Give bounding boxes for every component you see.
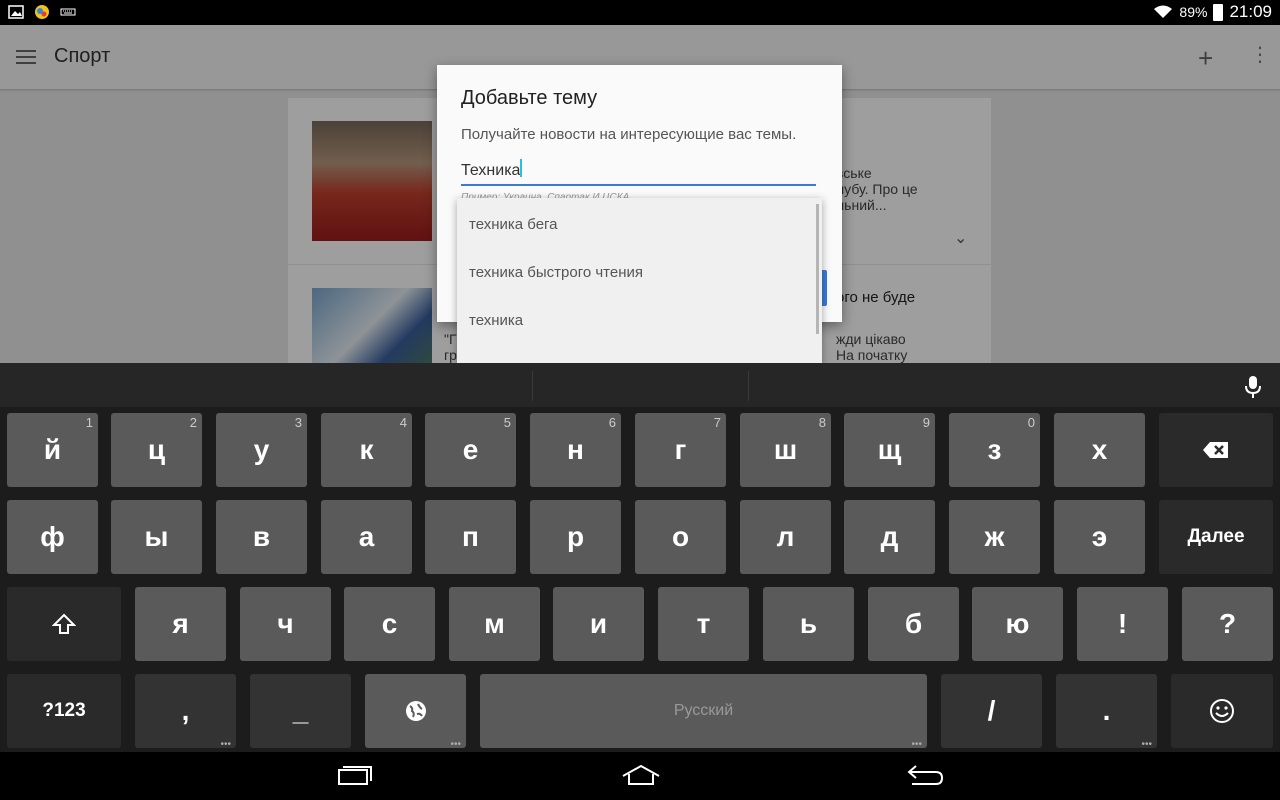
topic-input[interactable] — [461, 158, 816, 186]
emoji-icon — [1210, 699, 1234, 723]
key[interactable]: ? — [1182, 587, 1273, 661]
key[interactable]: е5 — [425, 413, 516, 487]
space-key[interactable]: Русский ••• — [480, 674, 927, 750]
symbols-key[interactable]: ?123 — [7, 674, 121, 748]
period-key[interactable]: . ••• — [1056, 674, 1157, 750]
key[interactable]: и — [553, 587, 644, 661]
dialog-subtitle: Получайте новости на интересующие вас те… — [461, 126, 797, 143]
back-icon[interactable] — [906, 764, 944, 786]
suggestion-item[interactable]: техника бега — [469, 216, 558, 233]
backspace-icon — [1203, 442, 1228, 458]
navigation-bar — [0, 752, 1280, 800]
shift-key[interactable] — [7, 587, 121, 661]
key[interactable]: т — [658, 587, 749, 661]
key[interactable]: й1 — [7, 413, 98, 487]
key[interactable]: м — [449, 587, 540, 661]
shift-icon — [52, 613, 76, 634]
key[interactable]: я — [135, 587, 226, 661]
clock: 21:09 — [1229, 2, 1272, 21]
status-bar: 89% 21:09 — [0, 0, 1280, 25]
game-icon — [35, 5, 49, 19]
mic-icon[interactable] — [1244, 375, 1262, 399]
key[interactable]: ! — [1077, 587, 1168, 661]
key[interactable]: ь — [763, 587, 854, 661]
key[interactable]: х — [1054, 413, 1145, 487]
suggestion-item[interactable]: техника — [469, 312, 523, 329]
key[interactable]: ж — [949, 500, 1040, 574]
home-icon[interactable] — [621, 764, 661, 786]
key[interactable]: д — [844, 500, 935, 574]
suggestions-dropdown: техника бега техника быстрого чтения тех… — [457, 198, 822, 363]
slash-key[interactable]: / — [941, 674, 1042, 748]
key[interactable]: в — [216, 500, 307, 574]
battery-icon — [1213, 3, 1224, 21]
keyboard-notification-icon — [60, 8, 76, 16]
key[interactable]: щ9 — [844, 413, 935, 487]
key[interactable]: г7 — [635, 413, 726, 487]
key[interactable]: с — [344, 587, 435, 661]
key[interactable]: к4 — [321, 413, 412, 487]
key[interactable]: л — [740, 500, 831, 574]
key[interactable]: ы — [111, 500, 202, 574]
globe-icon — [405, 701, 426, 721]
key[interactable]: б — [868, 587, 959, 661]
key[interactable]: ч — [240, 587, 331, 661]
comma-key[interactable]: , ••• — [135, 674, 236, 750]
backspace-key[interactable] — [1159, 413, 1273, 487]
emoji-key[interactable] — [1171, 674, 1273, 748]
key[interactable]: э — [1054, 500, 1145, 574]
text-cursor — [520, 159, 522, 177]
keyboard: й1 ц2 у3 к4 е5 н6 г7 ш8 щ9 з0 х ф ы в а … — [0, 363, 1280, 752]
key[interactable]: ю — [972, 587, 1063, 661]
battery-percent: 89% — [1179, 4, 1208, 20]
key[interactable]: а — [321, 500, 412, 574]
key[interactable]: п — [425, 500, 516, 574]
dialog-title: Добавьте тему — [461, 87, 598, 109]
key[interactable]: у3 — [216, 413, 307, 487]
key[interactable]: н6 — [530, 413, 621, 487]
key[interactable]: р — [530, 500, 621, 574]
key[interactable]: з0 — [949, 413, 1040, 487]
key[interactable]: ц2 — [111, 413, 202, 487]
wifi-icon — [1154, 5, 1173, 18]
suggestion-strip[interactable] — [0, 363, 1280, 407]
underscore-key[interactable]: _ — [250, 674, 351, 748]
scrollbar[interactable] — [816, 204, 819, 334]
key[interactable]: о — [635, 500, 726, 574]
key[interactable]: ф — [7, 500, 98, 574]
key[interactable]: ш8 — [740, 413, 831, 487]
suggestion-item[interactable]: техника быстрого чтения — [469, 264, 643, 281]
enter-key[interactable]: Далее — [1159, 500, 1273, 574]
language-key[interactable]: ••• — [365, 674, 466, 750]
gallery-icon — [8, 5, 24, 19]
recent-apps-icon[interactable] — [338, 764, 372, 786]
